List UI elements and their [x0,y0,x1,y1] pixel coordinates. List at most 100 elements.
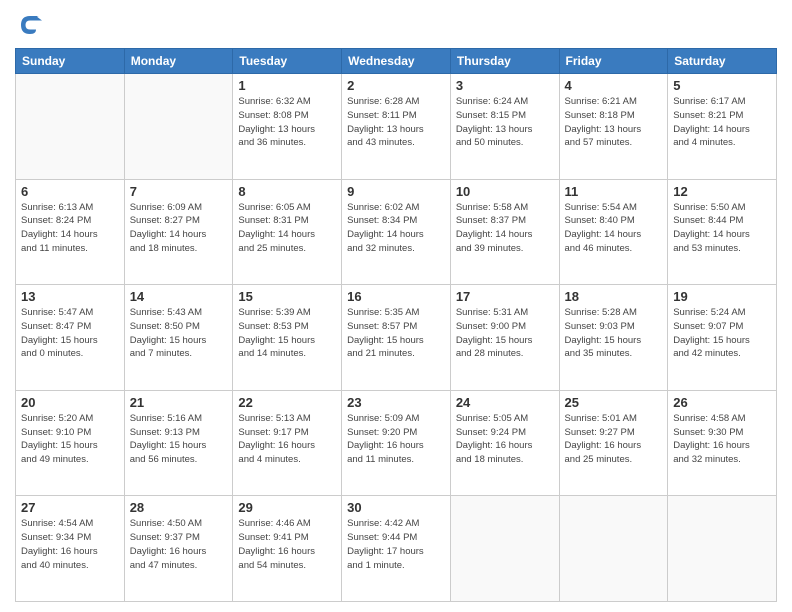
calendar-day-10: 10Sunrise: 5:58 AM Sunset: 8:37 PM Dayli… [450,179,559,285]
day-number: 30 [347,500,445,515]
day-info: Sunrise: 5:09 AM Sunset: 9:20 PM Dayligh… [347,412,445,467]
calendar-day-17: 17 Sunrise: 5:31 AM Sunset: 9:00 PM Dayli… [450,285,559,391]
day-info: Sunrise: 6:24 AM Sunset: 8:15 PM Dayligh… [456,95,554,150]
calendar-day-26: 26 Sunrise: 4:58 AM Sunset: 9:30 PM Dayli… [668,390,777,496]
calendar-day-15: 15Sunrise: 5:39 AM Sunset: 8:53 PM Dayli… [233,285,342,391]
calendar-day-empty [450,496,559,602]
day-number: 11 [565,184,663,199]
day-info: Sunrise: 5:43 AM Sunset: 8:50 PM Dayligh… [130,306,228,361]
day-info: Sunrise: 5:54 AM Sunset: 8:40 PM Dayligh… [565,201,663,256]
day-number: 26 [673,395,771,410]
calendar-week-row: 6 Sunrise: 6:13 AM Sunset: 8:24 PM Daylig… [16,179,777,285]
calendar-day-29: 29 Sunrise: 4:46 AM Sunset: 9:41 PM Dayli… [233,496,342,602]
calendar-header-monday: Monday [124,49,233,74]
day-number: 2 [347,78,445,93]
calendar-day-7: 7 Sunrise: 6:09 AM Sunset: 8:27 PM Daylig… [124,179,233,285]
calendar-day-23: 23 Sunrise: 5:09 AM Sunset: 9:20 PM Dayli… [342,390,451,496]
day-number: 22 [238,395,336,410]
calendar-day-9: 9 Sunrise: 6:02 AM Sunset: 8:34 PM Daylig… [342,179,451,285]
calendar-day-30: 30 Sunrise: 4:42 AM Sunset: 9:44 PM Dayli… [342,496,451,602]
calendar-day-13: 13Sunrise: 5:47 AM Sunset: 8:47 PM Dayli… [16,285,125,391]
calendar-day-6: 6 Sunrise: 6:13 AM Sunset: 8:24 PM Daylig… [16,179,125,285]
day-info: Sunrise: 4:58 AM Sunset: 9:30 PM Dayligh… [673,412,771,467]
calendar-day-25: 25Sunrise: 5:01 AM Sunset: 9:27 PM Dayli… [559,390,668,496]
day-info: Sunrise: 4:46 AM Sunset: 9:41 PM Dayligh… [238,517,336,572]
day-info: Sunrise: 5:01 AM Sunset: 9:27 PM Dayligh… [565,412,663,467]
day-number: 15 [238,289,336,304]
day-info: Sunrise: 5:24 AM Sunset: 9:07 PM Dayligh… [673,306,771,361]
calendar-day-28: 28Sunrise: 4:50 AM Sunset: 9:37 PM Dayli… [124,496,233,602]
calendar-header-tuesday: Tuesday [233,49,342,74]
day-info: Sunrise: 5:13 AM Sunset: 9:17 PM Dayligh… [238,412,336,467]
calendar-day-empty [668,496,777,602]
calendar-day-11: 11 Sunrise: 5:54 AM Sunset: 8:40 PM Dayli… [559,179,668,285]
calendar-day-3: 3 Sunrise: 6:24 AM Sunset: 8:15 PM Daylig… [450,74,559,180]
day-number: 14 [130,289,228,304]
logo [15,10,49,40]
day-info: Sunrise: 4:50 AM Sunset: 9:37 PM Dayligh… [130,517,228,572]
day-info: Sunrise: 5:58 AM Sunset: 8:37 PM Dayligh… [456,201,554,256]
calendar-week-row: 13Sunrise: 5:47 AM Sunset: 8:47 PM Dayli… [16,285,777,391]
calendar-week-row: 1 Sunrise: 6:32 AM Sunset: 8:08 PM Daylig… [16,74,777,180]
calendar-day-12: 12 Sunrise: 5:50 AM Sunset: 8:44 PM Dayli… [668,179,777,285]
day-info: Sunrise: 6:02 AM Sunset: 8:34 PM Dayligh… [347,201,445,256]
calendar-day-24: 24Sunrise: 5:05 AM Sunset: 9:24 PM Dayli… [450,390,559,496]
day-number: 7 [130,184,228,199]
calendar-week-row: 27Sunrise: 4:54 AM Sunset: 9:34 PM Dayli… [16,496,777,602]
day-number: 18 [565,289,663,304]
day-info: Sunrise: 5:31 AM Sunset: 9:00 PM Dayligh… [456,306,554,361]
day-number: 19 [673,289,771,304]
calendar-day-27: 27Sunrise: 4:54 AM Sunset: 9:34 PM Dayli… [16,496,125,602]
calendar-day-20: 20 Sunrise: 5:20 AM Sunset: 9:10 PM Dayli… [16,390,125,496]
day-number: 29 [238,500,336,515]
calendar-day-8: 8 Sunrise: 6:05 AM Sunset: 8:31 PM Daylig… [233,179,342,285]
calendar-day-16: 16 Sunrise: 5:35 AM Sunset: 8:57 PM Dayli… [342,285,451,391]
day-number: 13 [21,289,119,304]
day-info: Sunrise: 5:35 AM Sunset: 8:57 PM Dayligh… [347,306,445,361]
calendar-header-thursday: Thursday [450,49,559,74]
calendar-header-sunday: Sunday [16,49,125,74]
calendar-day-empty [559,496,668,602]
day-number: 21 [130,395,228,410]
day-number: 12 [673,184,771,199]
day-info: Sunrise: 6:32 AM Sunset: 8:08 PM Dayligh… [238,95,336,150]
day-number: 6 [21,184,119,199]
day-info: Sunrise: 4:42 AM Sunset: 9:44 PM Dayligh… [347,517,445,572]
day-number: 17 [456,289,554,304]
day-number: 3 [456,78,554,93]
day-number: 16 [347,289,445,304]
day-info: Sunrise: 5:05 AM Sunset: 9:24 PM Dayligh… [456,412,554,467]
day-info: Sunrise: 5:28 AM Sunset: 9:03 PM Dayligh… [565,306,663,361]
calendar-header-wednesday: Wednesday [342,49,451,74]
day-number: 9 [347,184,445,199]
calendar-day-14: 14 Sunrise: 5:43 AM Sunset: 8:50 PM Dayli… [124,285,233,391]
calendar-day-22: 22 Sunrise: 5:13 AM Sunset: 9:17 PM Dayli… [233,390,342,496]
day-info: Sunrise: 6:21 AM Sunset: 8:18 PM Dayligh… [565,95,663,150]
day-number: 8 [238,184,336,199]
day-info: Sunrise: 5:50 AM Sunset: 8:44 PM Dayligh… [673,201,771,256]
day-info: Sunrise: 6:05 AM Sunset: 8:31 PM Dayligh… [238,201,336,256]
day-info: Sunrise: 6:28 AM Sunset: 8:11 PM Dayligh… [347,95,445,150]
day-info: Sunrise: 6:17 AM Sunset: 8:21 PM Dayligh… [673,95,771,150]
calendar-day-2: 2 Sunrise: 6:28 AM Sunset: 8:11 PM Daylig… [342,74,451,180]
logo-icon [15,10,45,40]
day-info: Sunrise: 5:20 AM Sunset: 9:10 PM Dayligh… [21,412,119,467]
day-number: 4 [565,78,663,93]
day-number: 20 [21,395,119,410]
calendar-day-18: 18 Sunrise: 5:28 AM Sunset: 9:03 PM Dayli… [559,285,668,391]
calendar-day-5: 5Sunrise: 6:17 AM Sunset: 8:21 PM Daylig… [668,74,777,180]
page: SundayMondayTuesdayWednesdayThursdayFrid… [0,0,792,612]
day-number: 1 [238,78,336,93]
day-info: Sunrise: 4:54 AM Sunset: 9:34 PM Dayligh… [21,517,119,572]
calendar-header-friday: Friday [559,49,668,74]
calendar-header-row: SundayMondayTuesdayWednesdayThursdayFrid… [16,49,777,74]
day-info: Sunrise: 5:16 AM Sunset: 9:13 PM Dayligh… [130,412,228,467]
calendar-day-empty [16,74,125,180]
day-info: Sunrise: 6:13 AM Sunset: 8:24 PM Dayligh… [21,201,119,256]
day-info: Sunrise: 6:09 AM Sunset: 8:27 PM Dayligh… [130,201,228,256]
calendar-day-1: 1 Sunrise: 6:32 AM Sunset: 8:08 PM Daylig… [233,74,342,180]
calendar-day-empty [124,74,233,180]
day-number: 23 [347,395,445,410]
header [15,10,777,40]
calendar-table: SundayMondayTuesdayWednesdayThursdayFrid… [15,48,777,602]
